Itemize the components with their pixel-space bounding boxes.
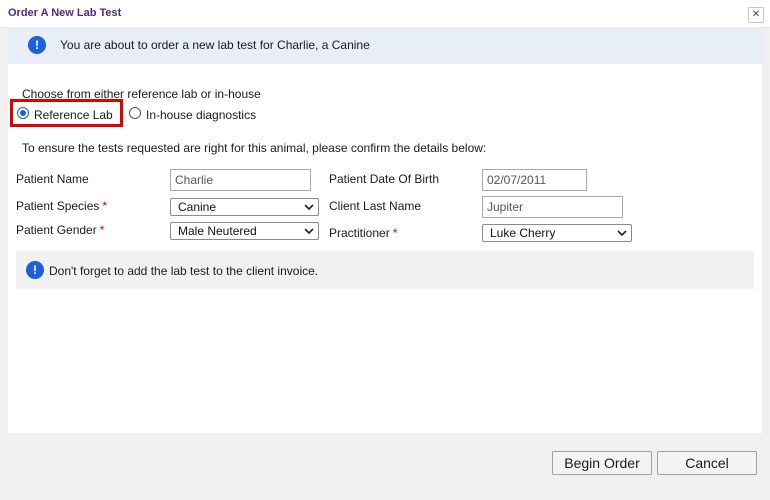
invoice-reminder-note: ! Don't forget to add the lab test to th… xyxy=(16,251,754,289)
required-mark: * xyxy=(99,223,105,237)
reference-lab-label[interactable]: Reference Lab xyxy=(34,108,113,122)
chevron-down-icon xyxy=(304,228,314,235)
patient-dob-label: Patient Date Of Birth xyxy=(329,172,440,186)
patient-species-label: Patient Species * xyxy=(16,199,107,213)
confirm-details-text: To ensure the tests requested are right … xyxy=(22,141,487,155)
order-lab-test-dialog: Order A New Lab Test ✕ ! You are about t… xyxy=(0,0,770,500)
begin-order-button[interactable]: Begin Order xyxy=(552,451,652,475)
info-icon: ! xyxy=(26,261,44,279)
practitioner-value: Luke Cherry xyxy=(490,226,556,240)
inhouse-diagnostics-label[interactable]: In-house diagnostics xyxy=(146,108,256,122)
dialog-content: ! You are about to order a new lab test … xyxy=(8,27,762,433)
practitioner-select[interactable]: Luke Cherry xyxy=(482,224,632,242)
patient-name-label: Patient Name xyxy=(16,172,89,186)
patient-species-select[interactable]: Canine xyxy=(170,198,319,216)
note-text: Don't forget to add the lab test to the … xyxy=(49,264,319,278)
info-banner: ! You are about to order a new lab test … xyxy=(8,27,762,64)
chevron-down-icon xyxy=(304,204,314,211)
patient-gender-select[interactable]: Male Neutered xyxy=(170,222,319,240)
patient-dob-input[interactable] xyxy=(482,169,587,191)
reference-lab-radio[interactable] xyxy=(17,107,29,119)
required-mark: * xyxy=(102,199,108,213)
client-last-name-label: Client Last Name xyxy=(329,199,422,213)
dialog-title: Order A New Lab Test xyxy=(8,7,122,19)
patient-species-label-text: Patient Species xyxy=(16,199,100,213)
inhouse-diagnostics-radio[interactable] xyxy=(129,107,141,119)
title-bar: Order A New Lab Test ✕ xyxy=(0,0,770,28)
practitioner-label-text: Practitioner xyxy=(329,226,390,240)
client-last-name-input[interactable] xyxy=(482,196,623,218)
required-mark: * xyxy=(392,226,398,240)
patient-name-input[interactable] xyxy=(170,169,311,191)
patient-gender-label-text: Patient Gender xyxy=(16,223,97,237)
cancel-button[interactable]: Cancel xyxy=(657,451,757,475)
patient-gender-value: Male Neutered xyxy=(178,224,257,238)
patient-species-value: Canine xyxy=(178,200,217,214)
practitioner-label: Practitioner * xyxy=(329,226,397,240)
close-icon[interactable]: ✕ xyxy=(748,7,764,23)
chevron-down-icon xyxy=(617,230,627,237)
info-icon: ! xyxy=(28,36,46,54)
banner-text: You are about to order a new lab test fo… xyxy=(60,38,370,52)
patient-gender-label: Patient Gender * xyxy=(16,223,104,237)
